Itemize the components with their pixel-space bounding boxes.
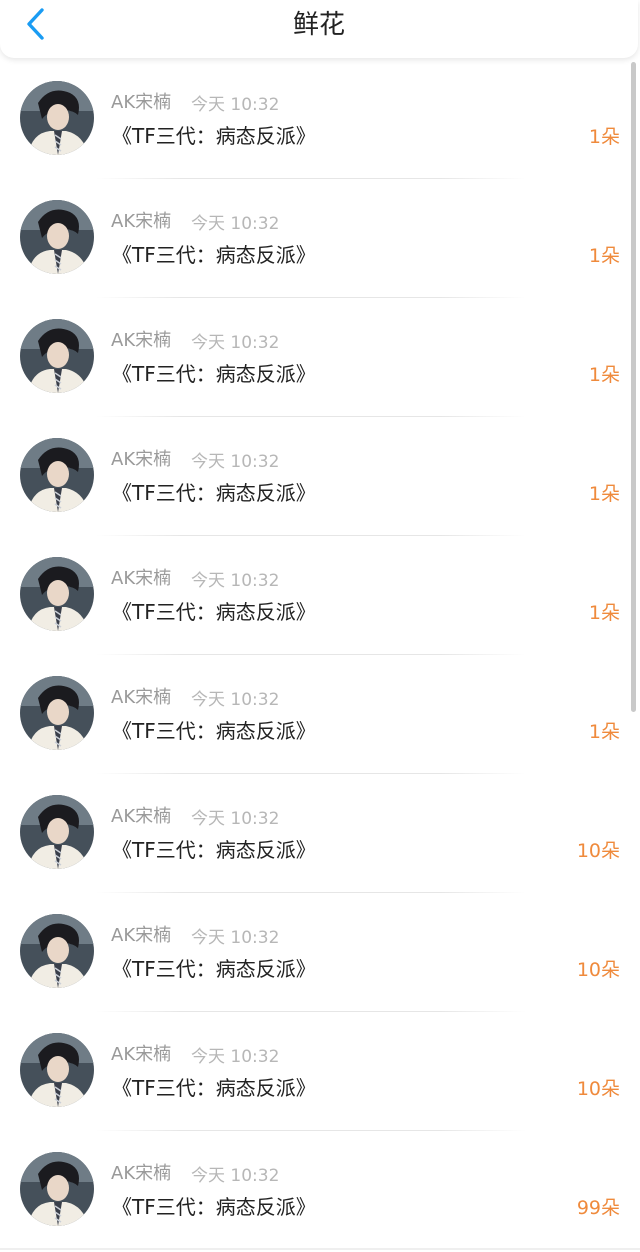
avatar[interactable] — [20, 1033, 94, 1107]
top-bar: 鲜花 — [0, 0, 638, 58]
flower-count: 10朵 — [576, 959, 620, 981]
list-item[interactable]: AK宋楠 今天 10:32 《TF三代：病态反派》 1朵 — [0, 60, 630, 179]
bottom-divider — [0, 1248, 640, 1250]
avatar[interactable] — [20, 795, 94, 869]
book-title[interactable]: 《TF三代：病态反派》 — [112, 953, 316, 982]
user-name: AK宋楠 — [111, 211, 172, 232]
user-name: AK宋楠 — [111, 1044, 172, 1065]
book-title[interactable]: 《TF三代：病态反派》 — [112, 120, 316, 149]
scrollbar[interactable] — [631, 62, 636, 712]
user-name: AK宋楠 — [111, 687, 172, 708]
list-item[interactable]: AK宋楠 今天 10:32 《TF三代：病态反派》 10朵 — [0, 893, 630, 1012]
flower-count: 1朵 — [588, 483, 620, 505]
book-title[interactable]: 《TF三代：病态反派》 — [112, 1191, 316, 1220]
avatar[interactable] — [20, 676, 94, 750]
book-title[interactable]: 《TF三代：病态反派》 — [112, 239, 316, 268]
user-name: AK宋楠 — [111, 1163, 172, 1184]
user-name: AK宋楠 — [111, 449, 172, 470]
flower-count: 1朵 — [588, 364, 620, 386]
timestamp: 今天 10:32 — [191, 690, 280, 710]
avatar[interactable] — [20, 1152, 94, 1226]
list-item[interactable]: AK宋楠 今天 10:32 《TF三代：病态反派》 1朵 — [0, 179, 630, 298]
timestamp: 今天 10:32 — [191, 452, 280, 472]
user-name: AK宋楠 — [111, 330, 172, 351]
avatar[interactable] — [20, 319, 94, 393]
flower-record-list: AK宋楠 今天 10:32 《TF三代：病态反派》 1朵 AK宋楠 今天 10:… — [0, 60, 630, 1250]
avatar[interactable] — [20, 914, 94, 988]
book-title[interactable]: 《TF三代：病态反派》 — [112, 358, 316, 387]
flower-count: 1朵 — [588, 602, 620, 624]
book-title[interactable]: 《TF三代：病态反派》 — [112, 596, 316, 625]
book-title[interactable]: 《TF三代：病态反派》 — [112, 715, 316, 744]
list-item[interactable]: AK宋楠 今天 10:32 《TF三代：病态反派》 10朵 — [0, 1012, 630, 1131]
book-title[interactable]: 《TF三代：病态反派》 — [112, 477, 316, 506]
page-title: 鲜花 — [292, 10, 345, 40]
flower-count: 1朵 — [588, 721, 620, 743]
timestamp: 今天 10:32 — [191, 1047, 280, 1067]
user-name: AK宋楠 — [111, 92, 172, 113]
timestamp: 今天 10:32 — [191, 809, 280, 829]
avatar[interactable] — [20, 200, 94, 274]
list-item[interactable]: AK宋楠 今天 10:32 《TF三代：病态反派》 1朵 — [0, 417, 630, 536]
timestamp: 今天 10:32 — [191, 1166, 280, 1186]
flower-count: 1朵 — [588, 126, 620, 148]
book-title[interactable]: 《TF三代：病态反派》 — [112, 1072, 316, 1101]
list-item[interactable]: AK宋楠 今天 10:32 《TF三代：病态反派》 10朵 — [0, 774, 630, 893]
flowers-page: 鲜花 AK宋楠 今天 10:32 《TF三代：病态反派》 1朵 AK宋楠 今天 … — [0, 0, 640, 1252]
user-name: AK宋楠 — [111, 568, 172, 589]
timestamp: 今天 10:32 — [191, 95, 280, 115]
flower-count: 1朵 — [588, 245, 620, 267]
user-name: AK宋楠 — [111, 925, 172, 946]
list-item[interactable]: AK宋楠 今天 10:32 《TF三代：病态反派》 1朵 — [0, 536, 630, 655]
list-item[interactable]: AK宋楠 今天 10:32 《TF三代：病态反派》 1朵 — [0, 655, 630, 774]
timestamp: 今天 10:32 — [191, 928, 280, 948]
user-name: AK宋楠 — [111, 806, 172, 827]
avatar[interactable] — [20, 438, 94, 512]
flower-count: 10朵 — [576, 1078, 620, 1100]
avatar[interactable] — [20, 557, 94, 631]
avatar[interactable] — [20, 81, 94, 155]
list-item[interactable]: AK宋楠 今天 10:32 《TF三代：病态反派》 1朵 — [0, 298, 630, 417]
book-title[interactable]: 《TF三代：病态反派》 — [112, 834, 316, 863]
timestamp: 今天 10:32 — [191, 333, 280, 353]
timestamp: 今天 10:32 — [191, 214, 280, 234]
timestamp: 今天 10:32 — [191, 571, 280, 591]
list-item[interactable]: AK宋楠 今天 10:32 《TF三代：病态反派》 99朵 — [0, 1131, 630, 1250]
flower-count: 10朵 — [576, 840, 620, 862]
flower-count: 99朵 — [576, 1197, 620, 1219]
